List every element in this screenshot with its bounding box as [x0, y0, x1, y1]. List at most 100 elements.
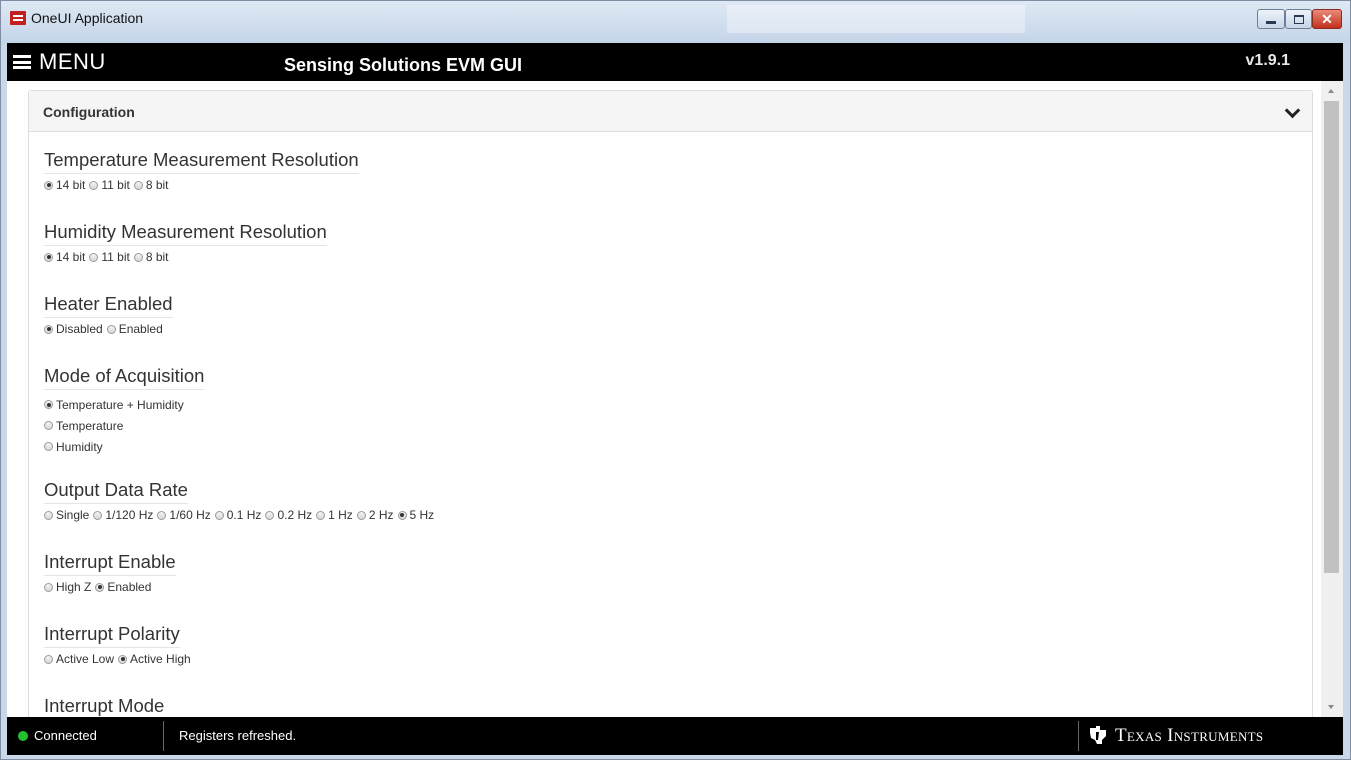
odr-2hz-option[interactable]: 2 Hz	[356, 508, 394, 522]
option-label: Single	[56, 508, 90, 522]
section-title: Interrupt Mode	[44, 695, 164, 717]
scroll-down-icon[interactable]	[1328, 705, 1334, 709]
mode-temp-humidity-option[interactable]: Temperature + Humidity	[44, 394, 200, 415]
radio-button[interactable]	[44, 421, 53, 430]
heater-enabled-option[interactable]: Enabled	[106, 322, 163, 336]
option-label: 8 bit	[145, 178, 169, 192]
radio-button[interactable]	[44, 654, 53, 664]
radio-button[interactable]	[133, 180, 143, 190]
radio-button[interactable]	[133, 252, 143, 262]
option-label: Active High	[130, 652, 191, 666]
vertical-scrollbar[interactable]	[1321, 81, 1343, 717]
interrupt-polarity-section: Interrupt Polarity Active Low Active Hig…	[44, 623, 195, 666]
mode-temperature-option[interactable]: Temperature	[44, 415, 200, 436]
radio-button[interactable]	[44, 582, 53, 592]
odr-1hz-option[interactable]: 1 Hz	[316, 508, 353, 522]
radio-button[interactable]	[89, 252, 99, 262]
radio-button[interactable]	[397, 510, 407, 520]
minimize-icon	[1266, 20, 1276, 24]
temp-res-14bit-option[interactable]: 14 bit	[44, 178, 85, 192]
section-title: Heater Enabled	[44, 293, 173, 318]
brand-name: Texas Instruments	[1115, 725, 1264, 746]
heater-disabled-option[interactable]: Disabled	[44, 322, 103, 336]
panel-header[interactable]: Configuration	[29, 91, 1312, 132]
radio-button[interactable]	[44, 252, 53, 262]
section-title: Temperature Measurement Resolution	[44, 149, 359, 174]
configuration-panel: Configuration Temperature Measurement Re…	[28, 90, 1313, 717]
option-label: 11 bit	[101, 250, 130, 264]
option-label: 5 Hz	[409, 508, 435, 522]
close-icon: ✕	[1321, 11, 1333, 27]
hum-res-8bit-option[interactable]: 8 bit	[133, 250, 169, 264]
app-header: MENU Sensing Solutions EVM GUI v1.9.1	[7, 43, 1343, 81]
chevron-down-icon[interactable]	[1284, 102, 1301, 119]
temperature-resolution-section: Temperature Measurement Resolution 14 bi…	[44, 149, 359, 192]
radio-group: 14 bit 11 bit 8 bit	[44, 178, 359, 192]
int-polarity-active-low-option[interactable]: Active Low	[44, 652, 114, 666]
option-label: 8 bit	[145, 250, 169, 264]
radio-button[interactable]	[118, 654, 128, 664]
acquisition-mode-section: Mode of Acquisition Temperature + Humidi…	[44, 365, 205, 457]
connection-status[interactable]: Connected	[34, 728, 97, 743]
odr-5hz-option[interactable]: 5 Hz	[397, 508, 435, 522]
version-label: v1.9.1	[1245, 52, 1290, 69]
odr-1-120hz-option[interactable]: 1/120 Hz	[93, 508, 153, 522]
odr-1-60hz-option[interactable]: 1/60 Hz	[157, 508, 211, 522]
option-label: 0.2 Hz	[277, 508, 313, 522]
odr-single-option[interactable]: Single	[44, 508, 89, 522]
main-content: Configuration Temperature Measurement Re…	[7, 81, 1321, 717]
temp-res-8bit-option[interactable]: 8 bit	[133, 178, 169, 192]
int-enable-enabled-option[interactable]: Enabled	[95, 580, 151, 594]
odr-0-2hz-option[interactable]: 0.2 Hz	[265, 508, 312, 522]
radio-group: High Z Enabled	[44, 580, 176, 594]
radio-button[interactable]	[106, 324, 116, 334]
radio-button[interactable]	[356, 510, 366, 520]
temp-res-11bit-option[interactable]: 11 bit	[89, 178, 130, 192]
option-label: 14 bit	[56, 178, 86, 192]
hum-res-11bit-option[interactable]: 11 bit	[89, 250, 130, 264]
window-titlebar[interactable]: OneUI Application ✕	[1, 1, 1350, 43]
scrollbar-thumb[interactable]	[1324, 101, 1339, 573]
radio-button[interactable]	[89, 180, 99, 190]
hum-res-14bit-option[interactable]: 14 bit	[44, 250, 85, 264]
scroll-up-icon[interactable]	[1328, 89, 1334, 93]
radio-button[interactable]	[316, 510, 326, 520]
option-label: Humidity	[56, 439, 103, 454]
option-label: 1 Hz	[328, 508, 353, 522]
section-title: Interrupt Enable	[44, 551, 176, 576]
int-polarity-active-high-option[interactable]: Active High	[118, 652, 191, 666]
menu-button[interactable]: MENU	[13, 49, 106, 74]
option-label: 1/60 Hz	[169, 508, 211, 522]
option-label: Active Low	[56, 652, 115, 666]
radio-button[interactable]	[93, 510, 103, 520]
radio-button[interactable]	[44, 510, 53, 520]
radio-button[interactable]	[214, 510, 224, 520]
radio-button[interactable]	[44, 400, 53, 409]
int-enable-highz-option[interactable]: High Z	[44, 580, 91, 594]
oneui-app-icon	[10, 11, 26, 25]
radio-button[interactable]	[95, 582, 105, 592]
section-title: Interrupt Polarity	[44, 623, 180, 648]
hamburger-icon	[13, 55, 31, 69]
window-title: OneUI Application	[31, 10, 144, 26]
minimize-button[interactable]	[1257, 9, 1285, 29]
radio-button[interactable]	[157, 510, 167, 520]
radio-group: Temperature + Humidity Temperature Humid…	[44, 394, 204, 457]
radio-group: Single 1/120 Hz 1/60 Hz 0.1 Hz 0.2 Hz 1 …	[44, 508, 438, 522]
app-title: Sensing Solutions EVM GUI	[284, 55, 523, 75]
option-label: 1/120 Hz	[105, 508, 154, 522]
option-label: 14 bit	[56, 250, 86, 264]
radio-button[interactable]	[44, 180, 53, 190]
radio-button[interactable]	[44, 442, 53, 451]
output-data-rate-section: Output Data Rate Single 1/120 Hz 1/60 Hz…	[44, 479, 438, 522]
radio-button[interactable]	[265, 510, 275, 520]
close-button[interactable]: ✕	[1312, 9, 1342, 29]
section-title: Mode of Acquisition	[44, 365, 205, 390]
odr-0-1hz-option[interactable]: 0.1 Hz	[214, 508, 261, 522]
interrupt-mode-section: Interrupt Mode	[44, 695, 164, 717]
mode-humidity-option[interactable]: Humidity	[44, 436, 200, 457]
maximize-button[interactable]	[1285, 9, 1312, 29]
panel-title: Configuration	[43, 104, 135, 120]
status-divider	[1078, 721, 1079, 751]
radio-button[interactable]	[44, 324, 53, 334]
